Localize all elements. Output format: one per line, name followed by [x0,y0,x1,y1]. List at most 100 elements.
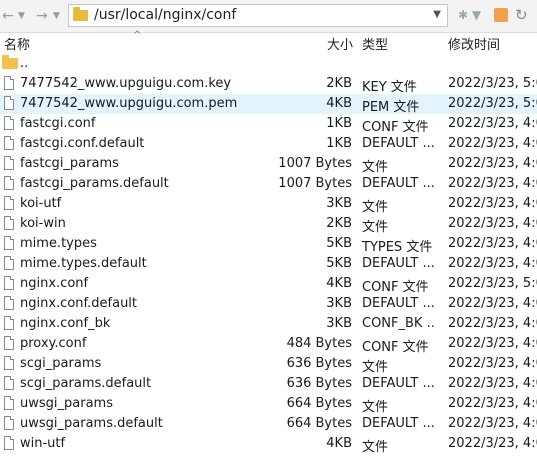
file-type: DEFAULT ... [362,176,435,191]
file-row[interactable]: nginx.conf 4KB CONF 文件 2022/3/23, 5:0 [0,274,537,295]
file-icon [4,336,14,350]
file-size: 4KB [326,96,352,111]
file-type: 文件 [362,220,389,235]
column-header: 名称 ^ 大小 类型 修改时间 [0,30,537,54]
filter-dropdown-icon[interactable]: ✱ ▼ [458,8,488,24]
file-name: proxy.conf [20,336,87,351]
file-size: 4KB [326,276,352,291]
file-name: nginx.conf [20,276,89,291]
file-size: 664 Bytes [286,396,352,411]
folder-icon [73,7,88,21]
file-name: nginx.conf.default [20,296,138,311]
file-size: 5KB [326,256,352,271]
file-row[interactable]: fastcgi_params 1007 Bytes 文件 2022/3/23, 4:0 [0,154,537,175]
file-row[interactable]: nginx.conf.default 3KB DEFAULT ... 2022/3/2… [0,294,537,314]
file-type: 文件 [362,440,389,455]
file-name: fastcgi_params.default [20,176,169,191]
file-row[interactable]: mime.types.default 5KB DEFAULT ... 2022/3/2… [0,254,537,274]
file-modified: 2022/3/23, 4:0 [448,256,537,271]
file-row[interactable]: win-utf 4KB 文件 2022/3/23, 4:0 [0,434,537,455]
folder-icon [2,55,18,69]
file-type: DEFAULT ... [362,256,435,271]
file-icon [4,116,14,130]
back-arrow-icon[interactable]: ← [2,8,14,24]
file-row[interactable]: 7477542_www.upguigu.com.pem 4KB PEM 文件 2022… [0,94,537,115]
file-modified: 2022/3/23, 4:0 [448,376,537,391]
file-modified: 2022/3/23, 4:0 [448,136,537,151]
file-icon [4,236,14,250]
column-type[interactable]: 类型 [362,34,388,53]
file-icon [4,256,14,270]
file-name: win-utf [20,436,66,451]
file-size: 1007 Bytes [278,176,352,191]
file-icon [4,136,14,150]
forward-history-dropdown-icon[interactable]: ▼ [53,11,60,21]
file-row[interactable]: uwsgi_params 664 Bytes 文件 2022/3/23, 4:0 [0,394,537,415]
chevron-down-icon[interactable]: ▼ [433,9,441,20]
file-name: mime.types [20,236,97,251]
file-row[interactable]: koi-utf 3KB 文件 2022/3/23, 4:0 [0,194,537,215]
file-type: DEFAULT ... [362,376,435,391]
file-row[interactable]: uwsgi_params.default 664 Bytes DEFAULT ...… [0,414,537,434]
file-type: CONF 文件 [362,280,429,295]
file-icon [4,196,14,210]
file-type: DEFAULT ... [362,296,435,311]
file-modified: 2022/3/23, 4:0 [448,196,537,211]
file-name: .. [20,56,29,71]
path-text[interactable]: /usr/local/nginx/conf [94,7,236,23]
file-modified: 2022/3/23, 4:0 [448,416,537,431]
file-modified: 2022/3/23, 4:0 [448,396,537,411]
parent-folder-row[interactable]: .. [0,54,537,74]
file-icon [4,276,14,290]
file-icon [4,316,14,330]
column-size[interactable]: 大小 [327,34,353,53]
file-modified: 2022/3/23, 4:0 [448,296,537,311]
column-name[interactable]: 名称 [4,34,30,53]
forward-arrow-icon[interactable]: → [36,8,48,24]
file-name: 7477542_www.upguigu.com.pem [20,96,238,111]
file-row[interactable]: mime.types 5KB TYPES 文件 2022/3/23, 4:0 [0,234,537,255]
file-icon [4,396,14,410]
file-icon [4,176,14,190]
file-size: 1007 Bytes [278,156,352,171]
file-icon [4,436,14,450]
file-size: 3KB [326,196,352,211]
file-type: 文件 [362,200,389,215]
file-type: DEFAULT ... [362,416,435,431]
file-row[interactable]: scgi_params.default 636 Bytes DEFAULT ... 2… [0,374,537,394]
file-type: CONF 文件 [362,340,429,355]
file-row[interactable]: scgi_params 636 Bytes 文件 2022/3/23, 4:0 [0,354,537,375]
file-name: uwsgi_params [20,396,113,411]
file-size: 5KB [326,236,352,251]
file-icon [4,296,14,310]
column-modified[interactable]: 修改时间 [448,34,500,53]
file-modified: 2022/3/23, 4:0 [448,436,537,451]
back-history-dropdown-icon[interactable]: ▼ [18,11,25,21]
file-size: 2KB [326,216,352,231]
refresh-icon[interactable]: ↻ [515,6,528,24]
file-type: 文件 [362,400,389,415]
file-row[interactable]: nginx.conf_bk 3KB CONF_BK ... 2022/3/23, 4:… [0,314,537,334]
file-type: CONF 文件 [362,120,429,135]
file-type: 文件 [362,160,389,175]
file-type: TYPES 文件 [362,240,433,255]
file-row[interactable]: fastcgi.conf 1KB CONF 文件 2022/3/23, 4:0 [0,114,537,135]
file-row[interactable]: fastcgi.conf.default 1KB DEFAULT ... 2022/3… [0,134,537,154]
file-size: 636 Bytes [286,356,352,371]
file-size: 636 Bytes [286,376,352,391]
file-name: mime.types.default [20,256,147,271]
file-size: 1KB [326,136,352,151]
chevron-down-icon: ▼ [471,8,482,22]
path-input[interactable]: /usr/local/nginx/conf ▼ [68,4,448,27]
file-row[interactable]: koi-win 2KB 文件 2022/3/23, 4:0 [0,214,537,235]
file-row[interactable]: fastcgi_params.default 1007 Bytes DEFAULT … [0,174,537,194]
file-type: CONF_BK ... [362,316,436,331]
file-row[interactable]: proxy.conf 484 Bytes CONF 文件 2022/3/23, 4:0 [0,334,537,355]
file-type: 文件 [362,360,389,375]
folder-orange-icon[interactable] [494,8,508,22]
file-modified: 2022/3/23, 4:0 [448,216,537,231]
file-name: uwsgi_params.default [20,416,163,431]
file-row[interactable]: 7477542_www.upguigu.com.key 2KB KEY 文件 2022… [0,74,537,95]
file-modified: 2022/3/23, 4:0 [448,316,537,331]
file-icon [4,356,14,370]
